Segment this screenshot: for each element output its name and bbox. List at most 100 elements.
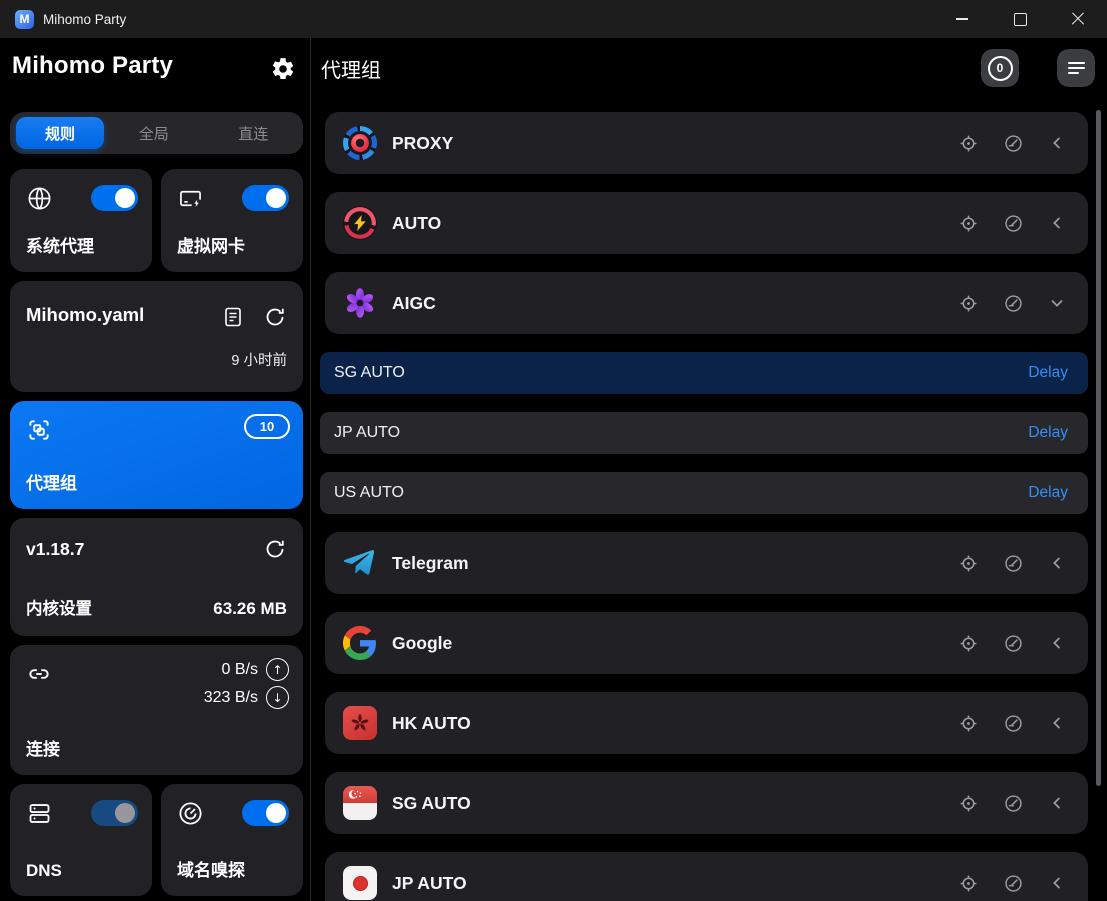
group-row-hk-auto[interactable]: HK AUTO — [325, 692, 1088, 754]
profile-name: Mihomo.yaml — [26, 304, 144, 326]
group-row-proxy[interactable]: PROXY — [325, 112, 1088, 174]
chevron-down-icon[interactable] — [1048, 294, 1066, 312]
telegram-icon — [343, 546, 377, 580]
layout-lines-button[interactable] — [1057, 49, 1095, 87]
sg-flag-icon — [343, 786, 377, 820]
locate-icon[interactable] — [958, 633, 979, 654]
dns-card[interactable]: DNS — [10, 784, 152, 896]
system-proxy-toggle[interactable] — [91, 185, 138, 211]
page-title: 代理组 — [321, 54, 381, 83]
bolt-ring-icon — [343, 206, 377, 240]
hk-flag-icon — [343, 706, 377, 740]
locate-icon[interactable] — [958, 553, 979, 574]
upload-arrow-icon: ↑ — [266, 658, 289, 681]
group-row-jp-auto[interactable]: JP AUTO — [325, 852, 1088, 901]
tab-global[interactable]: 全局 — [104, 112, 204, 154]
link-icon — [26, 661, 52, 687]
speed-test-icon[interactable] — [1003, 213, 1024, 234]
locate-icon[interactable] — [958, 213, 979, 234]
upload-speed: 0 B/s — [222, 661, 258, 679]
maximize-button[interactable] — [991, 0, 1049, 38]
proxy-item-us-auto[interactable]: US AUTO Delay — [320, 472, 1088, 514]
gear-icon[interactable] — [270, 56, 296, 82]
download-arrow-icon: ↓ — [266, 686, 289, 709]
app-window: M Mihomo Party Mihomo Party 规则 全局 直连 系统代… — [0, 0, 1107, 901]
profile-card[interactable]: Mihomo.yaml 9 小时前 — [10, 281, 303, 392]
sidebar: Mihomo Party 规则 全局 直连 系统代理 虚拟网卡 — [0, 38, 311, 901]
app-logo-icon: M — [15, 10, 34, 29]
group-name: PROXY — [392, 133, 453, 154]
group-name: HK AUTO — [392, 713, 471, 734]
chevron-left-icon[interactable] — [1048, 134, 1066, 152]
mode-tab-bar: 规则 全局 直连 — [10, 112, 303, 154]
zero-circle-button[interactable]: 0 — [981, 49, 1019, 87]
system-proxy-card[interactable]: 系统代理 — [10, 169, 152, 272]
speed-test-icon[interactable] — [1003, 873, 1024, 894]
group-row-telegram[interactable]: Telegram — [325, 532, 1088, 594]
proxy-item-sg-auto[interactable]: SG AUTO Delay — [320, 352, 1088, 394]
sniff-card[interactable]: 域名嗅探 — [161, 784, 303, 896]
group-row-google[interactable]: Google — [325, 612, 1088, 674]
chevron-left-icon[interactable] — [1048, 634, 1066, 652]
group-name: Telegram — [392, 553, 469, 574]
core-version: v1.18.7 — [26, 539, 84, 560]
connections-label: 连接 — [26, 735, 60, 760]
group-name: AIGC — [392, 293, 436, 314]
chevron-left-icon[interactable] — [1048, 714, 1066, 732]
delay-button[interactable]: Delay — [1028, 424, 1068, 442]
speed-test-icon[interactable] — [1003, 713, 1024, 734]
radar-icon — [177, 800, 204, 827]
group-name: AUTO — [392, 213, 441, 234]
refresh-icon[interactable] — [263, 537, 287, 561]
minimize-icon — [956, 18, 968, 19]
chevron-left-icon[interactable] — [1048, 554, 1066, 572]
delay-button[interactable]: Delay — [1028, 484, 1068, 502]
tun-toggle[interactable] — [242, 185, 289, 211]
group-name: JP AUTO — [392, 873, 467, 894]
proxy-item-jp-auto[interactable]: JP AUTO Delay — [320, 412, 1088, 454]
core-card[interactable]: v1.18.7 内核设置 63.26 MB — [10, 518, 303, 636]
group-name: SG AUTO — [392, 793, 471, 814]
tab-rule[interactable]: 规则 — [16, 117, 104, 149]
group-row-aigc[interactable]: AIGC — [325, 272, 1088, 334]
locate-icon[interactable] — [958, 793, 979, 814]
speed-test-icon[interactable] — [1003, 293, 1024, 314]
sniff-toggle[interactable] — [242, 800, 289, 826]
locate-icon[interactable] — [958, 713, 979, 734]
locate-icon[interactable] — [958, 293, 979, 314]
connections-card[interactable]: 0 B/s ↑ 323 B/s ↓ 连接 — [10, 645, 303, 775]
group-name: Google — [392, 633, 452, 654]
speed-test-icon[interactable] — [1003, 133, 1024, 154]
dns-toggle[interactable] — [91, 800, 138, 826]
tab-direct[interactable]: 直连 — [204, 112, 304, 154]
close-icon — [1071, 12, 1085, 26]
speed-test-icon[interactable] — [1003, 793, 1024, 814]
zero-circle-icon: 0 — [988, 56, 1013, 81]
core-memory: 63.26 MB — [213, 599, 287, 619]
refresh-icon[interactable] — [263, 305, 287, 329]
file-text-icon[interactable] — [221, 305, 245, 329]
profile-updated: 9 小时前 — [231, 349, 287, 370]
close-button[interactable] — [1049, 0, 1107, 38]
locate-icon[interactable] — [958, 133, 979, 154]
minimize-button[interactable] — [933, 0, 991, 38]
sidebar-item-proxy-groups[interactable]: 10 代理组 — [10, 401, 303, 509]
proxy-groups-page: 代理组 0 PROXY AUTO — [311, 38, 1107, 901]
chevron-left-icon[interactable] — [1048, 214, 1066, 232]
openai-icon — [343, 286, 377, 320]
chevron-left-icon[interactable] — [1048, 874, 1066, 892]
locate-icon[interactable] — [958, 873, 979, 894]
tun-card[interactable]: 虚拟网卡 — [161, 169, 303, 272]
chevron-left-icon[interactable] — [1048, 794, 1066, 812]
group-row-auto[interactable]: AUTO — [325, 192, 1088, 254]
system-proxy-label: 系统代理 — [26, 232, 94, 257]
speed-test-icon[interactable] — [1003, 633, 1024, 654]
network-card-icon — [177, 185, 204, 212]
tun-label: 虚拟网卡 — [177, 232, 245, 257]
proxy-group-icon — [26, 417, 52, 443]
delay-button[interactable]: Delay — [1028, 364, 1068, 382]
scrollbar-thumb[interactable] — [1096, 110, 1101, 786]
speed-test-icon[interactable] — [1003, 553, 1024, 574]
group-row-sg-auto[interactable]: SG AUTO — [325, 772, 1088, 834]
proxy-item-name: US AUTO — [334, 484, 404, 502]
